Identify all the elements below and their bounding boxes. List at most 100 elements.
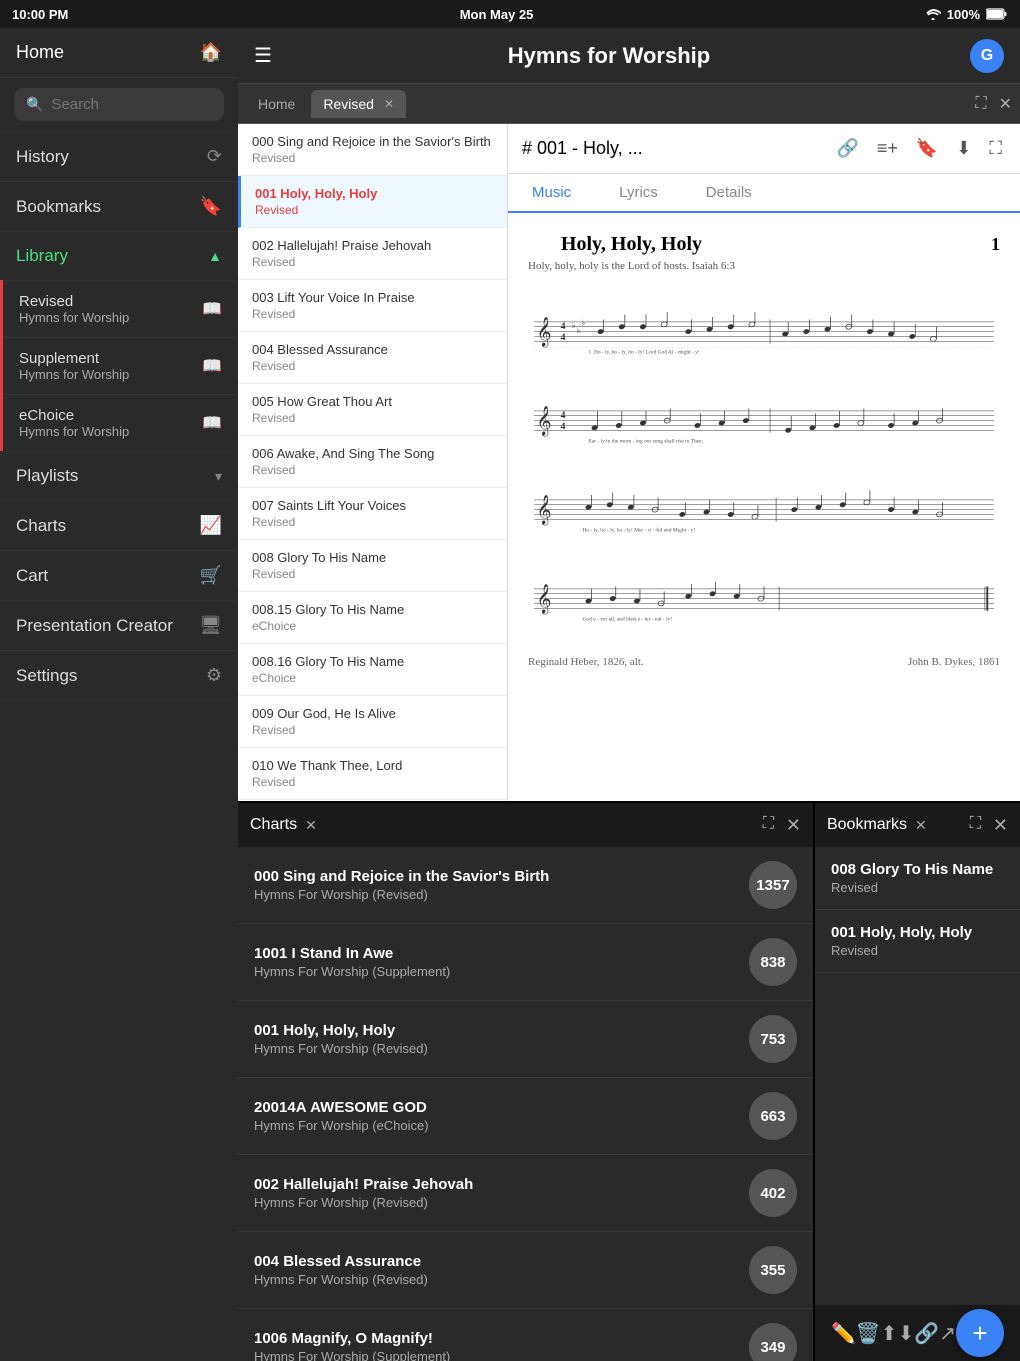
tab-home[interactable]: Home xyxy=(246,90,307,118)
svg-text:1. Ho - ly, ho - ly, ho - ly!: 1. Ho - ly, ho - ly, ho - ly! Lord God A… xyxy=(589,349,700,355)
hymn-item-004[interactable]: 004 Blessed Assurance Revised xyxy=(238,332,507,384)
charts-panel-close-badge[interactable]: ✕ xyxy=(305,817,317,834)
bookmark-item[interactable]: 001 Holy, Holy, Holy Revised xyxy=(815,910,1020,973)
settings-icon: ⚙ xyxy=(206,665,222,686)
hymn-item-005[interactable]: 005 How Great Thou Art Revised xyxy=(238,384,507,436)
hymn-item-008[interactable]: 008 Glory To His Name Revised xyxy=(238,540,507,592)
chart-item[interactable]: 004 Blessed Assurance Hymns For Worship … xyxy=(238,1232,813,1309)
user-avatar[interactable]: G xyxy=(970,39,1004,73)
search-box[interactable]: 🔍 xyxy=(14,88,224,121)
hymn-item-010[interactable]: 010 We Thank Thee, Lord Revised xyxy=(238,748,507,800)
bookmarks-panel-header: Bookmarks ✕ ⛶ ✕ xyxy=(815,803,1020,847)
hymn-item-008.16[interactable]: 008.16 Glory To His Name eChoice xyxy=(238,644,507,696)
fullscreen-icon[interactable]: ⛶ xyxy=(985,134,1006,163)
bookmark-sheet-icon[interactable]: 🔖 xyxy=(912,134,942,163)
music-staff-2: 𝄞 4 4 xyxy=(528,383,1000,463)
hymn-item-009[interactable]: 009 Our God, He Is Alive Revised xyxy=(238,696,507,748)
tab-revised[interactable]: Revised ✕ xyxy=(311,90,406,118)
svg-text:𝄞: 𝄞 xyxy=(536,585,551,614)
library-arrow-icon: ▲ xyxy=(208,248,222,264)
revised-title: Revised xyxy=(19,293,129,310)
sidebar-item-cart[interactable]: Cart 🛒 xyxy=(0,551,238,601)
tab-details[interactable]: Details xyxy=(682,174,776,213)
chart-item[interactable]: 1001 I Stand In Awe Hymns For Worship (S… xyxy=(238,924,813,1001)
chart-item[interactable]: 20014A AWESOME GOD Hymns For Worship (eC… xyxy=(238,1078,813,1155)
hymn-list: 000 Sing and Rejoice in the Savior's Bir… xyxy=(238,124,508,801)
delete-icon[interactable]: 🗑️ xyxy=(856,1321,881,1346)
tab-home-label: Home xyxy=(258,96,295,112)
hymn-item-001[interactable]: 001 Holy, Holy, Holy Revised xyxy=(238,176,507,228)
download-icon[interactable]: ⬇ xyxy=(952,134,975,163)
playlists-arrow-icon: ▾ xyxy=(215,468,222,485)
hymn-item-008.15[interactable]: 008.15 Glory To His Name eChoice xyxy=(238,592,507,644)
music-staff-4: 𝄞 xyxy=(528,561,1000,641)
tab-expand-icon[interactable]: ⛶ xyxy=(975,95,986,113)
sidebar-item-supplement[interactable]: Supplement Hymns for Worship 📖 xyxy=(3,337,238,394)
cart-label: Cart xyxy=(16,566,48,586)
sidebar-item-echoice[interactable]: eChoice Hymns for Worship 📖 xyxy=(3,394,238,451)
main-content: ☰ Hymns for Worship G Home Revised ✕ ⛶ ✕ xyxy=(238,28,1020,1361)
tab-music[interactable]: Music xyxy=(508,174,595,213)
sidebar-item-settings[interactable]: Settings ⚙ xyxy=(0,651,238,701)
hamburger-icon[interactable]: ☰ xyxy=(254,43,272,68)
share-icon[interactable]: ↗ xyxy=(939,1321,956,1346)
sidebar-item-bookmarks[interactable]: Bookmarks 🔖 xyxy=(0,182,238,232)
chart-item[interactable]: 000 Sing and Rejoice in the Savior's Bir… xyxy=(238,847,813,924)
tab-close-all-icon[interactable]: ✕ xyxy=(999,94,1012,114)
tab-bar: Home Revised ✕ ⛶ ✕ xyxy=(238,84,1020,124)
bookmarks-close-icon[interactable]: ✕ xyxy=(993,815,1008,836)
download-footer-icon[interactable]: ⬇ xyxy=(898,1321,915,1346)
bookmarks-panel-close-badge[interactable]: ✕ xyxy=(915,817,927,834)
hymn-item-002[interactable]: 002 Hallelujah! Praise Jehovah Revised xyxy=(238,228,507,280)
bookmarks-panel: Bookmarks ✕ ⛶ ✕ 008 Glory To His Name Re… xyxy=(815,803,1020,1361)
charts-close-icon[interactable]: ✕ xyxy=(786,815,801,836)
echoice-icon: 📖 xyxy=(202,413,222,433)
link-footer-icon[interactable]: 🔗 xyxy=(914,1321,939,1346)
tab-lyrics[interactable]: Lyrics xyxy=(595,174,682,213)
hymn-number: 002 Hallelujah! Praise Jehovah xyxy=(252,238,493,253)
chart-num: 002 Hallelujah! Praise Jehovah xyxy=(254,1176,749,1193)
chart-num: 20014A AWESOME GOD xyxy=(254,1099,749,1116)
bookmarks-expand-icon[interactable]: ⛶ xyxy=(970,815,981,836)
chart-item[interactable]: 001 Holy, Holy, Holy Hymns For Worship (… xyxy=(238,1001,813,1078)
supplement-subtitle: Hymns for Worship xyxy=(19,367,129,382)
main-header: ☰ Hymns for Worship G xyxy=(238,28,1020,84)
sidebar-item-history[interactable]: History ⟳ xyxy=(0,132,238,182)
chart-item[interactable]: 002 Hallelujah! Praise Jehovah Hymns For… xyxy=(238,1155,813,1232)
chart-source: Hymns For Worship (Supplement) xyxy=(254,964,749,979)
sidebar-item-presentation-creator[interactable]: Presentation Creator 🖥 xyxy=(0,601,238,651)
sidebar-item-charts[interactable]: Charts 📈 xyxy=(0,501,238,551)
upload-icon[interactable]: ⬆ xyxy=(881,1321,898,1346)
hymn-item-000[interactable]: 000 Sing and Rejoice in the Savior's Bir… xyxy=(238,124,507,176)
charts-sidebar-label: Charts xyxy=(16,516,66,536)
chart-source: Hymns For Worship (Revised) xyxy=(254,1041,749,1056)
sidebar-item-revised[interactable]: Revised Hymns for Worship 📖 xyxy=(3,280,238,337)
bookmark-item[interactable]: 008 Glory To His Name Revised xyxy=(815,847,1020,910)
edit-icon[interactable]: ✏️ xyxy=(831,1321,856,1346)
hymn-item-007[interactable]: 007 Saints Lift Your Voices Revised xyxy=(238,488,507,540)
add-to-list-icon[interactable]: ≡+ xyxy=(873,134,902,163)
chart-item[interactable]: 1006 Magnify, O Magnify! Hymns For Worsh… xyxy=(238,1309,813,1361)
sheet-content: Holy, Holy, Holy Holy, holy, holy is the… xyxy=(508,213,1020,801)
chart-count-badge: 663 xyxy=(749,1092,797,1140)
sidebar-item-home[interactable]: Home 🏠 xyxy=(0,28,238,78)
tab-revised-label: Revised xyxy=(323,96,374,112)
search-input[interactable] xyxy=(51,96,212,113)
echoice-title: eChoice xyxy=(19,407,129,424)
chart-count-badge: 402 xyxy=(749,1169,797,1217)
hymn-item-003[interactable]: 003 Lift Your Voice In Praise Revised xyxy=(238,280,507,332)
link-icon[interactable]: 🔗 xyxy=(832,134,862,163)
charts-panel-header: Charts ✕ ⛶ ✕ xyxy=(238,803,813,847)
svg-text:Ear - ly in the morn - ing our: Ear - ly in the morn - ing our song shal… xyxy=(589,438,704,444)
hymn-source: Revised xyxy=(252,151,493,165)
tab-revised-close[interactable]: ✕ xyxy=(384,97,394,111)
charts-expand-icon[interactable]: ⛶ xyxy=(763,815,774,836)
sidebar-item-playlists[interactable]: Playlists ▾ xyxy=(0,452,238,501)
fab-add-button[interactable]: + xyxy=(956,1309,1004,1357)
music-staff-1: 𝄞 4 4 ♭ ♭ ♭ xyxy=(528,294,1000,374)
hymn-item-006[interactable]: 006 Awake, And Sing The Song Revised xyxy=(238,436,507,488)
chart-source: Hymns For Worship (Revised) xyxy=(254,1272,749,1287)
svg-text:♭: ♭ xyxy=(576,325,580,335)
battery-icon xyxy=(986,8,1008,20)
sidebar-library-header[interactable]: Library ▲ xyxy=(0,232,238,280)
